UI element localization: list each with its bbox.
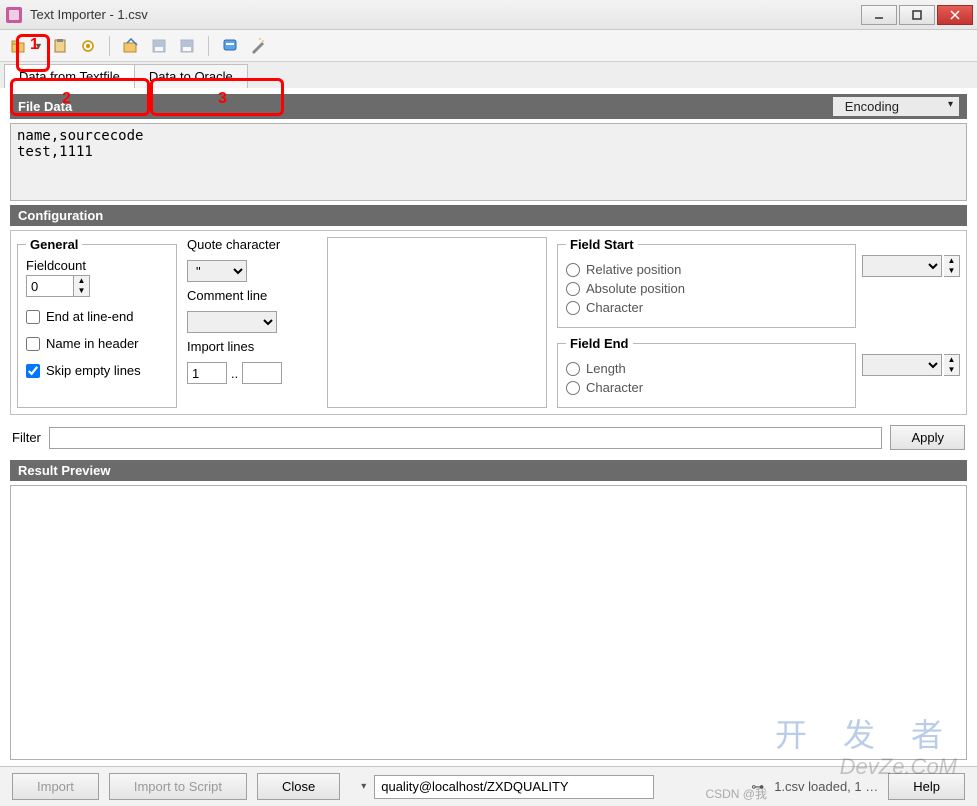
fe-character-label: Character bbox=[586, 380, 643, 395]
end-at-line-end-checkbox[interactable] bbox=[26, 310, 40, 324]
result-preview-header: Result Preview bbox=[10, 460, 967, 481]
watermark-site: DevZe.CoM bbox=[840, 754, 957, 780]
field-end-spinner[interactable]: ▲▼ bbox=[944, 354, 960, 376]
field-end-group: Field End Length Character bbox=[557, 336, 856, 408]
window-title: Text Importer - 1.csv bbox=[30, 7, 861, 22]
relative-position-radio[interactable] bbox=[566, 263, 580, 277]
annotation-box-2 bbox=[10, 78, 150, 116]
configuration-header: Configuration bbox=[10, 205, 967, 226]
minimize-button[interactable] bbox=[861, 5, 897, 25]
filter-label: Filter bbox=[12, 430, 41, 445]
new-definition-icon[interactable] bbox=[219, 35, 241, 57]
close-dialog-button[interactable]: Close bbox=[257, 773, 340, 800]
save-as-icon[interactable] bbox=[176, 35, 198, 57]
import-button[interactable]: Import bbox=[12, 773, 99, 800]
general-legend: General bbox=[26, 237, 82, 252]
watermark-cn: 开 发 者 bbox=[775, 710, 957, 756]
fieldcount-spinner[interactable]: ▲▼ bbox=[74, 275, 90, 297]
quote-group: Quote character " Comment line Import li… bbox=[187, 237, 317, 408]
absolute-position-radio[interactable] bbox=[566, 282, 580, 296]
field-start-legend: Field Start bbox=[566, 237, 638, 252]
paste-icon[interactable] bbox=[49, 35, 71, 57]
fe-character-radio[interactable] bbox=[566, 381, 580, 395]
options-icon[interactable] bbox=[77, 35, 99, 57]
general-group: General Fieldcount ▲▼ End at line-end Na… bbox=[17, 237, 177, 408]
toolbar: ▼ bbox=[0, 30, 977, 62]
close-button[interactable] bbox=[937, 5, 973, 25]
filter-input[interactable] bbox=[49, 427, 883, 449]
fs-character-radio[interactable] bbox=[566, 301, 580, 315]
import-lines-label: Import lines bbox=[187, 339, 317, 354]
length-label: Length bbox=[586, 361, 626, 376]
watermark-csdn: CSDN @我 bbox=[705, 785, 767, 802]
file-data-content: name,sourcecode test,1111 bbox=[10, 123, 967, 201]
filter-row: Filter Apply bbox=[10, 419, 967, 456]
annotation-label-1: 1 bbox=[30, 36, 39, 54]
import-to-script-button[interactable]: Import to Script bbox=[109, 773, 247, 800]
quote-character-select[interactable]: " bbox=[187, 260, 247, 282]
bottom-bar: Import Import to Script Close quality@lo… bbox=[0, 766, 977, 806]
configuration-body: General Fieldcount ▲▼ End at line-end Na… bbox=[10, 230, 967, 415]
comment-line-label: Comment line bbox=[187, 288, 317, 303]
annotation-label-3: 3 bbox=[218, 90, 227, 108]
import-lines-to[interactable] bbox=[242, 362, 282, 384]
field-start-spinner[interactable]: ▲▼ bbox=[944, 255, 960, 277]
annotation-box-3 bbox=[150, 78, 284, 116]
apply-button[interactable]: Apply bbox=[890, 425, 965, 450]
field-end-value[interactable] bbox=[862, 354, 942, 376]
relative-position-label: Relative position bbox=[586, 262, 681, 277]
encoding-dropdown[interactable]: Encoding bbox=[833, 97, 959, 116]
fieldcount-input[interactable] bbox=[26, 275, 74, 297]
comment-line-select[interactable] bbox=[187, 311, 277, 333]
absolute-position-label: Absolute position bbox=[586, 281, 685, 296]
fieldcount-label: Fieldcount bbox=[26, 258, 168, 273]
connection-combo[interactable]: quality@localhost/ZXDQUALITY bbox=[374, 775, 654, 799]
skip-empty-lines-label: Skip empty lines bbox=[46, 363, 141, 378]
field-end-legend: Field End bbox=[566, 336, 633, 351]
fs-character-label: Character bbox=[586, 300, 643, 315]
field-list[interactable] bbox=[327, 237, 547, 408]
wizard-icon[interactable] bbox=[247, 35, 269, 57]
status-text: 1.csv loaded, 1 … bbox=[774, 779, 878, 794]
import-lines-from[interactable] bbox=[187, 362, 227, 384]
skip-empty-lines-checkbox[interactable] bbox=[26, 364, 40, 378]
maximize-button[interactable] bbox=[899, 5, 935, 25]
import-lines-sep: .. bbox=[231, 366, 238, 381]
end-at-line-end-label: End at line-end bbox=[46, 309, 133, 324]
name-in-header-label: Name in header bbox=[46, 336, 139, 351]
annotation-label-2: 2 bbox=[62, 90, 71, 108]
app-icon bbox=[4, 5, 24, 25]
save-icon[interactable] bbox=[148, 35, 170, 57]
field-start-group: Field Start Relative position Absolute p… bbox=[557, 237, 856, 328]
length-radio[interactable] bbox=[566, 362, 580, 376]
name-in-header-checkbox[interactable] bbox=[26, 337, 40, 351]
field-start-value[interactable] bbox=[862, 255, 942, 277]
quote-character-label: Quote character bbox=[187, 237, 317, 252]
titlebar: Text Importer - 1.csv bbox=[0, 0, 977, 30]
open-definition-icon[interactable] bbox=[120, 35, 142, 57]
